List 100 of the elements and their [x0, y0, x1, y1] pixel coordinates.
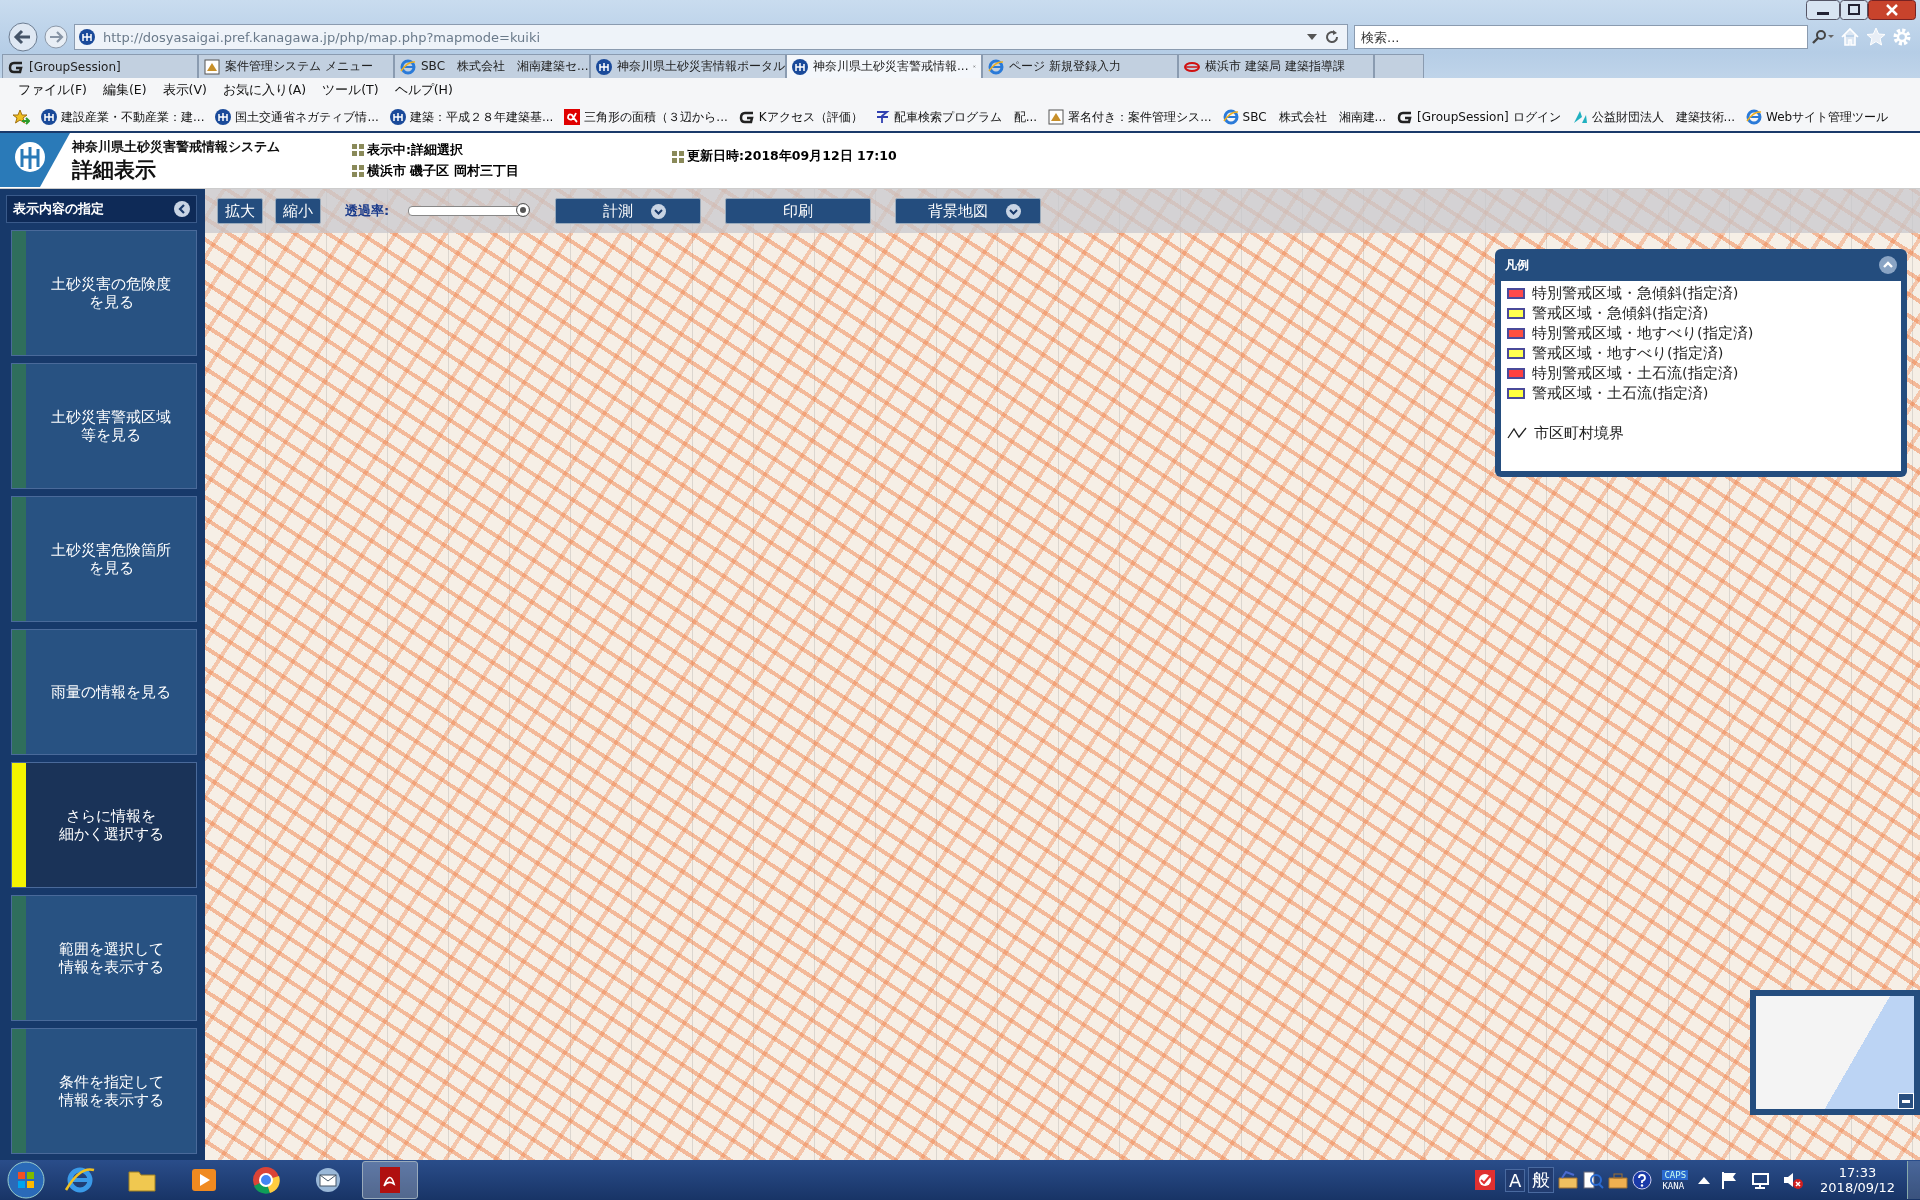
sidebar-button[interactable]: 雨量の情報を見る	[11, 629, 197, 755]
bullet-icon	[352, 165, 364, 177]
legend-label: 市区町村境界	[1534, 423, 1624, 443]
kana-indicator: KANA	[1662, 1180, 1685, 1191]
forward-icon[interactable]	[44, 25, 68, 49]
toolbox-icon[interactable]	[1607, 1170, 1630, 1190]
bookmark-link[interactable]: 三角形の面積（３辺から...	[564, 108, 728, 126]
maximize-icon[interactable]	[1840, 0, 1868, 20]
portal-logo-icon	[792, 58, 808, 75]
legend-title: 凡例	[1505, 256, 1529, 274]
legend-label: 警戒区域・急傾斜(指定済)	[1532, 303, 1709, 323]
back-icon[interactable]	[8, 22, 38, 52]
dictionary-icon[interactable]	[1582, 1170, 1605, 1190]
star-icon[interactable]	[1866, 27, 1886, 47]
search-icon[interactable]	[1812, 30, 1834, 44]
stamp-icon	[204, 58, 220, 75]
sidebar-button[interactable]: 土砂災害警戒区域等を見る	[11, 363, 197, 489]
location-text: 横浜市 磯子区 岡村三丁目	[367, 162, 519, 180]
sidebar-button[interactable]: 土砂災害危険箇所を見る	[11, 496, 197, 622]
collapse-icon[interactable]	[1879, 256, 1897, 274]
ime-mode-button[interactable]: A	[1505, 1168, 1526, 1192]
alpha-icon	[564, 109, 581, 125]
start-button-icon[interactable]	[6, 1160, 46, 1200]
bookmark-link[interactable]: 配車検索プログラム 配...	[873, 108, 1038, 126]
close-icon[interactable]	[1868, 0, 1916, 20]
speaker-muted-icon[interactable]	[1782, 1170, 1805, 1190]
bookmark-link[interactable]: Kアクセス（評価）	[738, 108, 863, 126]
portal-logo-icon	[79, 29, 95, 45]
refresh-icon[interactable]	[1325, 30, 1339, 44]
minimize-icon[interactable]	[1806, 0, 1840, 20]
bookmark-link[interactable]: 建築：平成２８年建築基...	[389, 108, 554, 126]
legend-label: 特別警戒区域・急傾斜(指定済)	[1532, 283, 1739, 303]
toolbox-icon[interactable]	[1557, 1170, 1580, 1190]
caret-up-icon[interactable]	[1698, 1176, 1711, 1184]
toolbar-button[interactable]: 印刷	[725, 198, 872, 224]
legend-label: 特別警戒区域・地すべり(指定済)	[1532, 323, 1754, 343]
checkmark-icon[interactable]	[1475, 1170, 1496, 1190]
bookmark-link[interactable]: 国土交通省ネガティブ情...	[215, 108, 379, 126]
show-desktop-button[interactable]	[1907, 1161, 1920, 1199]
sidebar-button[interactable]: 条件を指定して情報を表示する	[11, 1028, 197, 1154]
toolbar-button[interactable]: 縮小	[275, 198, 321, 224]
sidebar-title: 表示内容の指定	[13, 200, 104, 218]
menu-item[interactable]: 編集(E)	[102, 82, 147, 99]
boundary-line-icon	[1507, 427, 1527, 439]
bullet-icon	[672, 150, 684, 163]
g-logo-icon	[738, 109, 755, 125]
display-mode-text: 表示中:詳細選択	[367, 141, 463, 159]
url-text[interactable]: http://dosyasaigai.pref.kanagawa.jp/php/map.php?mapmode=kuiki	[103, 29, 1299, 45]
portal-logo-icon	[596, 58, 612, 75]
sidebar-button[interactable]: さらに情報を細かく選択する	[11, 762, 197, 888]
portal-logo-icon	[389, 109, 406, 125]
menu-item[interactable]: 表示(V)	[162, 82, 207, 99]
menu-item[interactable]: ヘルプ(H)	[394, 82, 453, 99]
browser-tab[interactable]: 案件管理システム メニュー	[198, 54, 394, 78]
dropdown-button[interactable]: 背景地図	[895, 198, 1042, 224]
address-bar[interactable]: http://dosyasaigai.pref.kanagawa.jp/php/map.php?mapmode=kuiki	[74, 24, 1348, 50]
chevron-down-icon	[1006, 203, 1022, 219]
sidebar-button[interactable]: 土砂災害の危険度を見る	[11, 230, 197, 356]
browser-tab[interactable]: 横浜市 建築局 建築指導課	[1178, 54, 1374, 78]
sidebar-button[interactable]: 範囲を選択して情報を表示する	[11, 895, 197, 1021]
page-title: 詳細表示	[72, 156, 157, 184]
bookmark-link[interactable]: SBC 株式会社 湘南建...	[1222, 108, 1387, 126]
ie-logo-icon	[988, 58, 1004, 75]
update-time-text: 更新日時:2018年09月12日 17:10	[687, 148, 897, 165]
bookmark-link[interactable]: Webサイト管理ツール	[1746, 108, 1889, 126]
dropdown-icon[interactable]	[1307, 34, 1317, 40]
bookmark-link[interactable]: 公益財団法人 建築技術...	[1571, 108, 1735, 126]
bookmark-link[interactable]: 建設産業・不動産業：建...	[41, 108, 205, 126]
ie-logo-icon	[1746, 109, 1762, 125]
add-favorite-icon[interactable]	[12, 109, 30, 125]
bookmark-link[interactable]: [GroupSession] ログイン	[1397, 108, 1561, 126]
help-icon[interactable]	[1632, 1170, 1653, 1190]
browser-tab[interactable]: 神奈川県土砂災害警戒情報...	[786, 54, 982, 78]
browser-tab[interactable]: [GroupSession]	[2, 54, 198, 78]
browser-tab[interactable]: SBC 株式会社 湘南建築セ...	[394, 54, 590, 78]
dropdown-button[interactable]: 計測	[555, 198, 702, 224]
legend-label: 警戒区域・地すべり(指定済)	[1532, 343, 1724, 363]
bullet-icon	[352, 144, 364, 156]
browser-tab[interactable]: 神奈川県土砂災害情報ポータル	[590, 54, 786, 78]
portal-logo-icon	[215, 109, 232, 125]
stamp-icon	[1048, 109, 1065, 125]
search-field[interactable]: 検索...	[1354, 25, 1808, 49]
ime-label-button[interactable]: 般	[1528, 1167, 1555, 1193]
slider-label: 透過率:	[345, 202, 390, 220]
caps-lock-indicator: CAPS	[1662, 1169, 1689, 1180]
legend-label: 特別警戒区域・土石流(指定済)	[1532, 363, 1739, 383]
toolbar-button[interactable]: 拡大	[217, 198, 263, 224]
g-logo-icon	[1397, 109, 1414, 125]
browser-tab[interactable]: ページ 新規登録入力	[982, 54, 1178, 78]
bookmark-link[interactable]: 署名付き：案件管理シス...	[1048, 108, 1212, 126]
menu-item[interactable]: お気に入り(A)	[222, 82, 307, 99]
menu-item[interactable]: ツール(T)	[322, 82, 379, 99]
ie-logo-icon	[1222, 109, 1239, 125]
chrome-logo-icon	[250, 1164, 282, 1196]
ie-logo-icon	[400, 58, 416, 75]
menu-item[interactable]: ファイル(F)	[18, 82, 87, 99]
clock[interactable]: 17:33 2018/09/12	[1814, 1165, 1901, 1195]
legend-label: 警戒区域・土石流(指定済)	[1532, 383, 1709, 403]
chevron-down-icon	[651, 203, 667, 219]
collapse-icon[interactable]	[174, 201, 190, 217]
